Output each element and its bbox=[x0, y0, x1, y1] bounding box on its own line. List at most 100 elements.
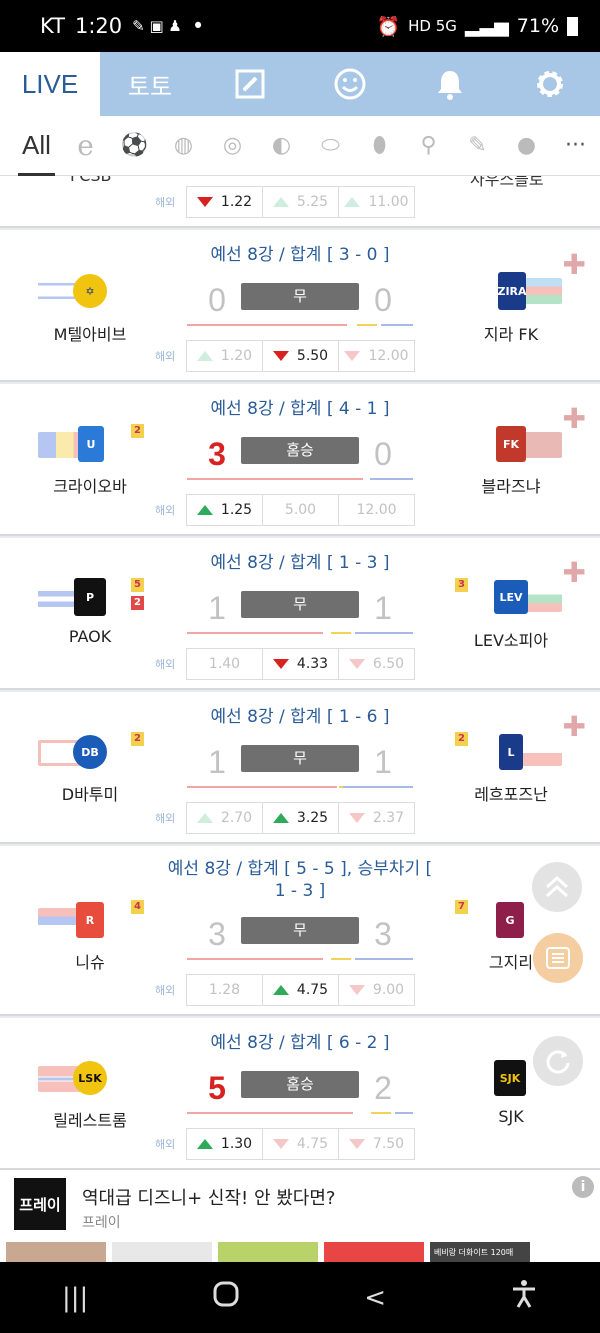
odd-away[interactable]: 11.00 bbox=[338, 186, 415, 218]
home-team-name: 니슈 bbox=[75, 953, 105, 972]
back-button[interactable]: < bbox=[364, 1283, 386, 1313]
add-icon[interactable]: ✚ bbox=[563, 248, 586, 281]
accessibility-icon[interactable] bbox=[510, 1279, 538, 1316]
edit-icon[interactable] bbox=[200, 52, 300, 116]
recents-button[interactable]: ||| bbox=[62, 1283, 88, 1313]
away-logo: SJK bbox=[494, 1060, 526, 1096]
away-logo: FK bbox=[496, 426, 526, 462]
smiley-icon[interactable] bbox=[300, 52, 400, 116]
match-row[interactable]: 예선 8강 / 합계 [ 4 - 1 ] ✚ U 2 FK 크라이오바 블라즈냐… bbox=[0, 384, 600, 536]
away-team-name: 레흐포즈난 bbox=[474, 785, 548, 804]
odd-home[interactable]: 1.40 bbox=[186, 648, 263, 680]
tab-live[interactable]: LIVE bbox=[0, 52, 100, 116]
match-list[interactable]: FCSB 사우스블로 해외 1.22 5.25 11.00 예선 8강 / 합계… bbox=[0, 176, 600, 1170]
odd-home[interactable]: 1.28 bbox=[186, 974, 263, 1006]
odd-draw[interactable]: 5.25 bbox=[262, 186, 339, 218]
baseball-icon[interactable]: ◍ bbox=[159, 116, 208, 176]
odds-row: 2.70 3.25 2.37 bbox=[186, 802, 415, 834]
odd-home[interactable]: 1.20 bbox=[186, 340, 263, 372]
refresh-button[interactable] bbox=[533, 1036, 583, 1086]
round-info: 예선 8강 / 합계 [ 1 - 6 ] bbox=[210, 707, 390, 727]
match-row[interactable]: 예선 8강 / 합계 [ 5 - 5 ], 승부차기 [ 1 - 3 ] R 4… bbox=[0, 846, 600, 1016]
odd-away[interactable]: 6.50 bbox=[338, 648, 415, 680]
round-info: 예선 8강 / 합계 [ 3 - 0 ] bbox=[210, 245, 390, 265]
odd-home[interactable]: 1.25 bbox=[186, 494, 263, 526]
draw-pressure-bar bbox=[357, 324, 377, 326]
draw-pressure-bar bbox=[331, 632, 351, 634]
badminton-icon[interactable]: ✎ bbox=[453, 116, 502, 176]
add-icon[interactable]: ✚ bbox=[563, 556, 586, 589]
odd-draw[interactable]: 5.00 bbox=[262, 494, 339, 526]
tennis-icon[interactable]: ⚲ bbox=[404, 116, 453, 176]
home-yellow-cards: 2 bbox=[131, 424, 144, 438]
ad-product-3[interactable] bbox=[218, 1242, 318, 1262]
match-row[interactable]: 예선 8강 / 합계 [ 1 - 3 ] ✚ P 5 2 3 LEV PAOK … bbox=[0, 538, 600, 690]
hockey-icon[interactable]: ⬭ bbox=[306, 116, 355, 176]
odd-away[interactable]: 9.00 bbox=[338, 974, 415, 1006]
ad-title[interactable]: 역대급 디즈니+ 신작! 안 봤다면? bbox=[82, 1184, 335, 1210]
away-yellow-cards: 2 bbox=[455, 732, 468, 746]
odd-home[interactable]: 1.22 bbox=[186, 186, 263, 218]
odd-draw[interactable]: 5.50 bbox=[262, 340, 339, 372]
home-yellow-cards: 5 bbox=[131, 578, 144, 592]
result-badge: 홈승 bbox=[241, 437, 359, 464]
odd-away[interactable]: 12.00 bbox=[338, 340, 415, 372]
home-pressure-bar bbox=[187, 632, 323, 634]
status-bar: KT 1:20 ✎ ▣ ♟ • ⏰ HD 5G ▂▃▅ 71% bbox=[0, 0, 600, 52]
network-label: HD 5G bbox=[408, 17, 457, 35]
ad-source: 프레이 bbox=[82, 1215, 121, 1231]
match-row[interactable]: 예선 8강 / 합계 [ 6 - 2 ] LSK SJK 릴레스트롬 SJK 5… bbox=[0, 1018, 600, 1170]
odd-draw[interactable]: 3.25 bbox=[262, 802, 339, 834]
battery: 71% bbox=[516, 15, 559, 37]
odd-home[interactable]: 2.70 bbox=[186, 802, 263, 834]
bell-icon[interactable] bbox=[400, 52, 500, 116]
menu-button[interactable] bbox=[533, 933, 583, 983]
away-pressure-bar bbox=[355, 958, 413, 960]
tab-toto[interactable]: 토토 bbox=[100, 52, 200, 116]
away-score: 2 bbox=[374, 1070, 392, 1106]
esports-icon[interactable]: e bbox=[61, 116, 110, 176]
filter-all[interactable]: All bbox=[12, 116, 61, 176]
home-logo: R bbox=[76, 902, 104, 938]
odd-draw[interactable]: 4.33 bbox=[262, 648, 339, 680]
odd-away[interactable]: 12.00 bbox=[338, 494, 415, 526]
abroad-label: 해외 bbox=[155, 984, 176, 997]
ad-product-1[interactable] bbox=[6, 1242, 106, 1262]
scroll-top-button[interactable] bbox=[532, 862, 582, 912]
round-info: 예선 8강 / 합계 [ 5 - 5 ], 승부차기 [ 1 - 3 ] bbox=[167, 859, 433, 901]
ad-product-2[interactable] bbox=[112, 1242, 212, 1262]
profile-icon[interactable]: ● bbox=[502, 116, 551, 176]
match-row[interactable]: 예선 8강 / 합계 [ 1 - 6 ] ✚ DB 2 2 L D바투미 레흐포… bbox=[0, 692, 600, 844]
ad-product-5[interactable]: 베비랑 더화이트 120매 bbox=[430, 1242, 530, 1262]
odd-away[interactable]: 7.50 bbox=[338, 1128, 415, 1160]
away-score: 3 bbox=[374, 916, 392, 952]
add-icon[interactable]: ✚ bbox=[563, 402, 586, 435]
odd-draw[interactable]: 4.75 bbox=[262, 1128, 339, 1160]
result-badge: 무 bbox=[241, 591, 359, 618]
odd-away[interactable]: 2.37 bbox=[338, 802, 415, 834]
ad-banner[interactable]: 프레이 역대급 디즈니+ 신작! 안 봤다면? 프레이 i 베비랑 더화이트 1… bbox=[0, 1170, 600, 1262]
home-team-name: FCSB bbox=[70, 176, 112, 185]
odds-row: 1.40 4.33 6.50 bbox=[186, 648, 415, 680]
away-score: 1 bbox=[374, 590, 392, 626]
match-row[interactable]: 예선 8강 / 합계 [ 3 - 0 ] ✚ ✡ ZIRA M텔아비브 지라 F… bbox=[0, 230, 600, 382]
volleyball-icon[interactable]: ◐ bbox=[257, 116, 306, 176]
ad-thumbnail[interactable]: 프레이 bbox=[14, 1178, 66, 1230]
football-icon[interactable]: ⬮ bbox=[355, 116, 404, 176]
draw-pressure-bar bbox=[331, 958, 351, 960]
gear-icon[interactable] bbox=[500, 52, 600, 116]
more-icon[interactable]: ··· bbox=[551, 116, 600, 176]
info-icon[interactable]: i bbox=[572, 1176, 594, 1198]
home-pressure-bar bbox=[187, 478, 363, 480]
odd-draw[interactable]: 4.75 bbox=[262, 974, 339, 1006]
odd-home[interactable]: 1.30 bbox=[186, 1128, 263, 1160]
ad-product-strip[interactable]: 베비랑 더화이트 120매 bbox=[0, 1242, 600, 1262]
home-button[interactable] bbox=[212, 1280, 240, 1315]
match-row-partial[interactable]: FCSB 사우스블로 해외 1.22 5.25 11.00 bbox=[0, 176, 600, 228]
home-score: 0 bbox=[208, 282, 226, 318]
home-pressure-bar bbox=[187, 1112, 353, 1114]
basketball-icon[interactable]: ◎ bbox=[208, 116, 257, 176]
soccer-icon[interactable]: ⚽ bbox=[110, 116, 159, 176]
ad-product-4[interactable] bbox=[324, 1242, 424, 1262]
add-icon[interactable]: ✚ bbox=[563, 710, 586, 743]
